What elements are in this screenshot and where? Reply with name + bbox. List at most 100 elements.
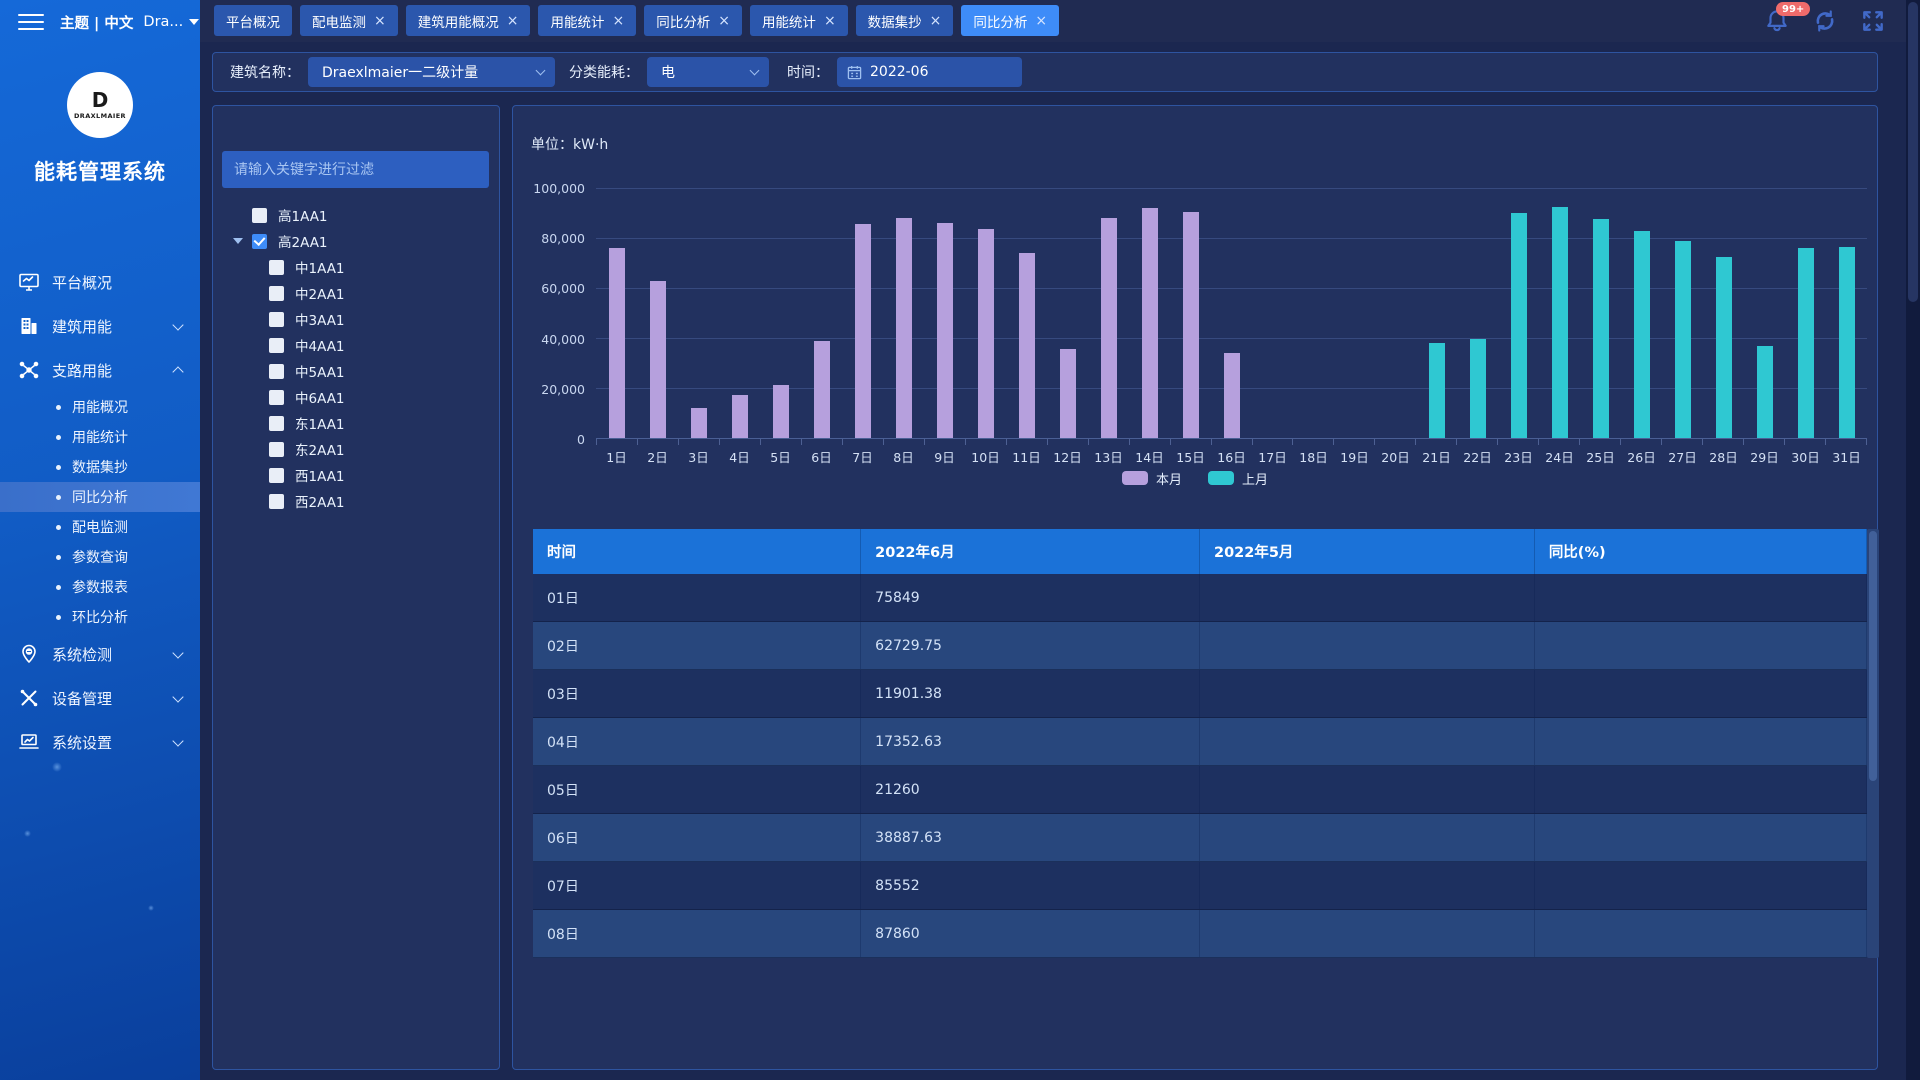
sidebar-item-building-energy[interactable]: 建筑用能 xyxy=(0,304,200,348)
tree-node[interactable]: 中5AA1 xyxy=(213,358,501,384)
building-select[interactable]: Draexlmaier一二级计量 xyxy=(308,57,555,87)
axis-tick xyxy=(925,439,966,445)
tree-checkbox[interactable] xyxy=(269,312,284,327)
tree-node[interactable]: 高1AA1 xyxy=(213,202,501,228)
sidebar-item-system-check[interactable]: 系统检测 xyxy=(0,632,200,676)
tree-search-input[interactable] xyxy=(222,151,489,188)
close-icon[interactable]: × xyxy=(507,14,519,28)
bar-slot xyxy=(1375,188,1416,438)
bar-上月 xyxy=(1552,207,1568,438)
tree-checkbox[interactable] xyxy=(269,390,284,405)
tab-6[interactable]: 数据集抄× xyxy=(856,5,954,36)
sidebar-item-device-mgmt[interactable]: 设备管理 xyxy=(0,676,200,720)
device-tree: 高1AA1高2AA1中1AA1中2AA1中3AA1中4AA1中5AA1中6AA1… xyxy=(213,202,501,514)
tree-checkbox[interactable] xyxy=(252,208,267,223)
tab-7-active[interactable]: 同比分析× xyxy=(961,5,1059,36)
table-cell: 03日 xyxy=(533,670,861,717)
tree-node[interactable]: 西2AA1 xyxy=(213,488,501,514)
axis-tick xyxy=(1703,439,1744,445)
calendar-icon xyxy=(847,65,862,80)
submenu-item-power-monitor[interactable]: 配电监测 xyxy=(0,512,200,542)
bell-icon[interactable]: 99+ xyxy=(1764,8,1790,34)
tree-node[interactable]: 东1AA1 xyxy=(213,410,501,436)
sidebar-item-system-settings[interactable]: 系统设置 xyxy=(0,720,200,764)
bar-本月 xyxy=(609,248,625,438)
legend-label: 上月 xyxy=(1242,469,1268,488)
close-icon[interactable]: × xyxy=(824,14,836,28)
submenu-item-yoy-analysis[interactable]: 同比分析 xyxy=(0,482,200,512)
submenu-item-mom-analysis[interactable]: 环比分析 xyxy=(0,602,200,632)
tab-label: 用能统计 xyxy=(762,11,816,31)
tree-node[interactable]: 中4AA1 xyxy=(213,332,501,358)
energy-select[interactable]: 电 xyxy=(647,57,769,87)
tree-node[interactable]: 中2AA1 xyxy=(213,280,501,306)
tab-3[interactable]: 用能统计× xyxy=(538,5,636,36)
page-scrollbar[interactable] xyxy=(1906,0,1920,1080)
tree-node[interactable]: 东2AA1 xyxy=(213,436,501,462)
axis-tick xyxy=(720,439,761,445)
tab-4[interactable]: 同比分析× xyxy=(644,5,742,36)
bar-本月 xyxy=(691,408,707,438)
sidebar-menu: 平台概况建筑用能支路用能用能概况用能统计数据集抄同比分析配电监测参数查询参数报表… xyxy=(0,260,200,764)
monitor-icon xyxy=(18,271,40,293)
caret-down-icon[interactable] xyxy=(189,19,199,25)
date-picker[interactable]: 2022-06 xyxy=(837,57,1022,87)
bar-slot xyxy=(637,188,678,438)
bar-上月 xyxy=(1839,247,1855,438)
hamburger-menu-icon[interactable] xyxy=(18,9,44,35)
refresh-icon[interactable] xyxy=(1812,8,1838,34)
tab-0[interactable]: 平台概况 xyxy=(214,5,292,36)
tree-node[interactable]: 中1AA1 xyxy=(213,254,501,280)
bar-本月 xyxy=(650,281,666,438)
tree-checkbox[interactable] xyxy=(269,338,284,353)
x-tick-label: 25日 xyxy=(1580,447,1621,466)
tree-node-label: 东2AA1 xyxy=(295,439,345,459)
caret-expanded-icon[interactable] xyxy=(233,238,243,244)
bar-slot xyxy=(596,188,637,438)
table-cell: 01日 xyxy=(533,574,861,621)
close-icon[interactable]: × xyxy=(1035,14,1047,28)
tree-node[interactable]: 西1AA1 xyxy=(213,462,501,488)
x-tick-label: 19日 xyxy=(1334,447,1375,466)
submenu-item-param-query[interactable]: 参数查询 xyxy=(0,542,200,572)
tree-checkbox[interactable] xyxy=(252,234,267,249)
axis-tick xyxy=(1253,439,1294,445)
tab-2[interactable]: 建筑用能概况× xyxy=(406,5,531,36)
tree-checkbox[interactable] xyxy=(269,416,284,431)
tree-checkbox[interactable] xyxy=(269,260,284,275)
close-icon[interactable]: × xyxy=(612,14,624,28)
sidebar-item-branch-energy[interactable]: 支路用能 xyxy=(0,348,200,392)
axis-tick xyxy=(1007,439,1048,445)
x-tick-label: 12日 xyxy=(1047,447,1088,466)
tab-1[interactable]: 配电监测× xyxy=(300,5,398,36)
tree-checkbox[interactable] xyxy=(269,442,284,457)
legend-item[interactable]: 上月 xyxy=(1208,469,1268,488)
legend-item[interactable]: 本月 xyxy=(1122,469,1182,488)
tree-node[interactable]: 高2AA1 xyxy=(213,228,501,254)
submenu-item-energy-stats[interactable]: 用能统计 xyxy=(0,422,200,452)
tree-checkbox[interactable] xyxy=(269,494,284,509)
user-dropdown[interactable]: Dra... xyxy=(143,14,183,30)
y-tick-label: 60,000 xyxy=(513,281,585,296)
submenu-item-data-collection[interactable]: 数据集抄 xyxy=(0,452,200,482)
tab-5[interactable]: 用能统计 × xyxy=(750,5,848,36)
fullscreen-icon[interactable] xyxy=(1860,8,1886,34)
sidebar-item-platform-overview[interactable]: 平台概况 xyxy=(0,260,200,304)
tree-checkbox[interactable] xyxy=(269,468,284,483)
table-header-cell: 2022年5月 xyxy=(1200,529,1535,574)
x-tick-label: 24日 xyxy=(1539,447,1580,466)
table-scrollbar[interactable] xyxy=(1867,529,1879,958)
theme-language-switch[interactable]: 主题 | 中文 xyxy=(60,12,133,33)
submenu-item-param-report[interactable]: 参数报表 xyxy=(0,572,200,602)
x-tick-label: 22日 xyxy=(1457,447,1498,466)
close-icon[interactable]: × xyxy=(718,14,730,28)
axis-tick xyxy=(1744,439,1785,445)
tree-node[interactable]: 中3AA1 xyxy=(213,306,501,332)
tree-node[interactable]: 中6AA1 xyxy=(213,384,501,410)
tree-checkbox[interactable] xyxy=(269,364,284,379)
tree-checkbox[interactable] xyxy=(269,286,284,301)
table-cell: 21260 xyxy=(861,766,1200,813)
close-icon[interactable]: × xyxy=(930,14,942,28)
close-icon[interactable]: × xyxy=(374,14,386,28)
submenu-item-energy-overview[interactable]: 用能概况 xyxy=(0,392,200,422)
